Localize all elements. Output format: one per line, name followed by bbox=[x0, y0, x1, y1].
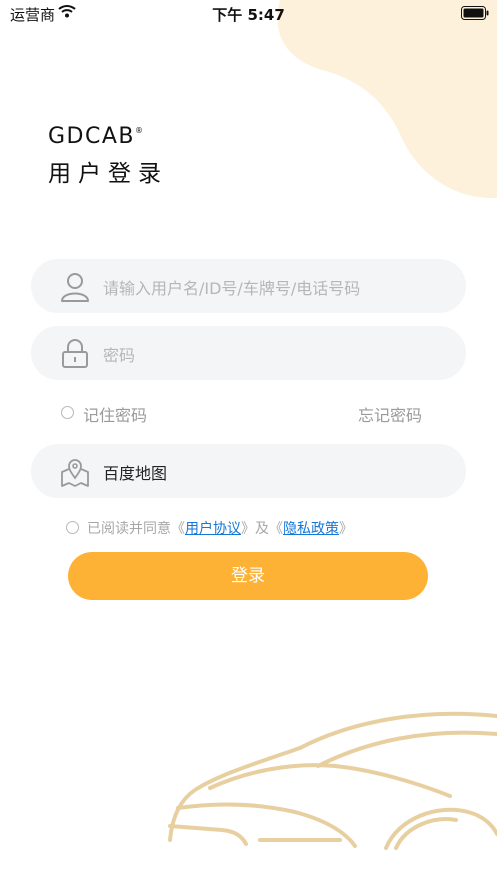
agreement-prefix: 已阅读并同意《 bbox=[87, 521, 185, 537]
map-selector-value: 百度地图 bbox=[103, 464, 168, 483]
agreement-radio[interactable] bbox=[66, 521, 79, 534]
remember-radio[interactable] bbox=[61, 406, 74, 419]
password-field[interactable]: 密码 bbox=[31, 326, 466, 380]
page-title: 用户登录 bbox=[48, 161, 168, 187]
lock-icon bbox=[62, 339, 88, 368]
agreement-text: 已阅读并同意《用户协议》及《隐私政策》 bbox=[87, 518, 353, 538]
status-time: 下午 5:47 bbox=[212, 6, 285, 24]
user-agreement-link[interactable]: 用户协议 bbox=[185, 521, 241, 537]
forgot-password-link[interactable]: 忘记密码 bbox=[358, 402, 422, 426]
password-input[interactable]: 密码 bbox=[103, 342, 135, 366]
status-bar: 运营商 下午 5:47 bbox=[0, 0, 497, 26]
map-pin-icon bbox=[61, 459, 89, 487]
battery-icon bbox=[461, 6, 489, 20]
car-illustration bbox=[168, 711, 497, 850]
username-field[interactable]: 请输入用户名/ID号/车牌号/电话号码 bbox=[31, 259, 466, 313]
map-selector[interactable]: 百度地图 bbox=[31, 444, 466, 498]
remember-label: 记住密码 bbox=[83, 406, 148, 425]
user-icon bbox=[61, 273, 89, 302]
brand-logo: GDCAB® bbox=[48, 124, 145, 149]
agreement-middle: 》及《 bbox=[241, 521, 283, 537]
privacy-policy-link[interactable]: 隐私政策 bbox=[283, 521, 339, 537]
brand-text: GDCAB bbox=[48, 124, 135, 149]
login-button[interactable]: 登录 bbox=[68, 552, 428, 600]
agreement-suffix: 》 bbox=[339, 521, 353, 537]
username-input[interactable]: 请输入用户名/ID号/车牌号/电话号码 bbox=[103, 275, 360, 299]
trademark-mark: ® bbox=[135, 126, 145, 135]
